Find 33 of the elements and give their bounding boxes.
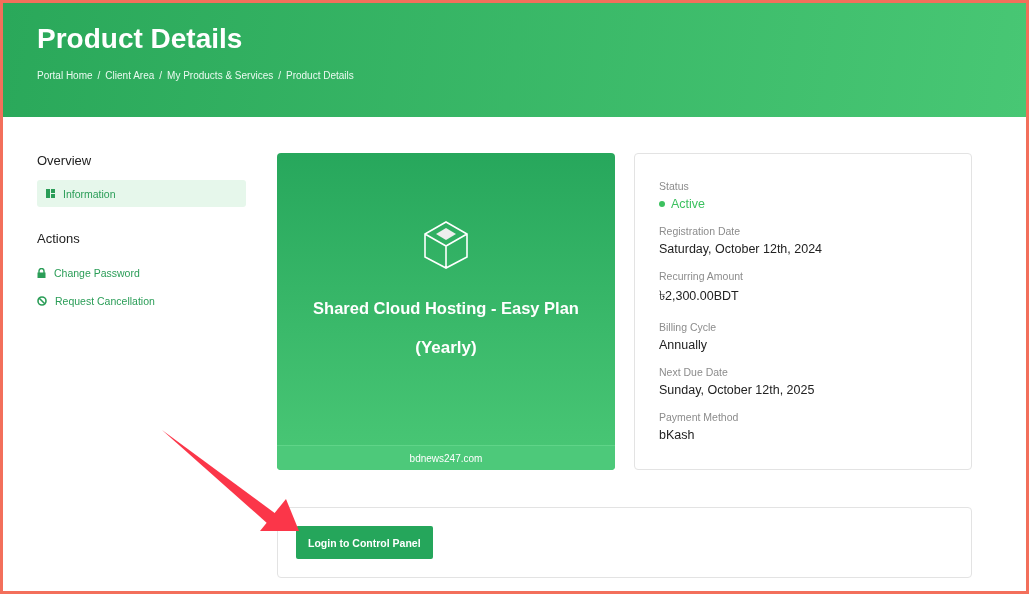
sidebar-item[interactable]: Information <box>37 180 246 207</box>
breadcrumb-separator: / <box>278 70 281 81</box>
dashboard-icon <box>46 189 55 198</box>
breadcrumb-separator: / <box>97 70 101 81</box>
breadcrumb-separator: / <box>159 70 163 81</box>
sidebar-heading: Overview <box>37 153 93 168</box>
breadcrumb-link[interactable]: Portal Home <box>37 70 93 81</box>
breadcrumb-link[interactable]: Product Details <box>286 70 354 81</box>
detail-label: Next Due Date <box>659 366 729 378</box>
detail-label: Payment Method <box>659 411 740 423</box>
sidebar-item[interactable]: Request Cancellation <box>37 290 246 312</box>
detail-label: Recurring Amount <box>659 270 745 282</box>
detail-label: Billing Cycle <box>659 321 718 333</box>
detail-value: Annually <box>659 338 708 352</box>
breadcrumb-link[interactable]: My Products & Services <box>167 70 274 81</box>
sidebar-item[interactable]: Change Password <box>37 262 246 284</box>
lock-icon <box>37 268 46 278</box>
detail-value: Saturday, October 12th, 2024 <box>659 242 824 256</box>
detail-value: Sunday, October 12th, 2025 <box>659 383 816 397</box>
product-domain: bdnews247.com <box>277 445 615 470</box>
login-button[interactable]: Login to Control Panel <box>296 526 433 559</box>
detail-value: ৳2,300.00BDT <box>659 288 740 305</box>
breadcrumb-link[interactable]: Client Area <box>105 70 155 81</box>
detail-value: bKash <box>659 428 696 442</box>
status-value: Active <box>671 197 706 211</box>
cube-icon <box>424 221 468 269</box>
detail-label: Status <box>659 180 690 192</box>
ban-icon <box>37 296 47 306</box>
detail-label: Registration Date <box>659 225 742 237</box>
sidebar-heading: Actions <box>37 231 81 246</box>
product-name: Shared Cloud Hosting - Easy Plan <box>313 299 579 318</box>
page-title: Product Details <box>37 23 244 55</box>
product-term: (Yearly) <box>415 338 477 358</box>
